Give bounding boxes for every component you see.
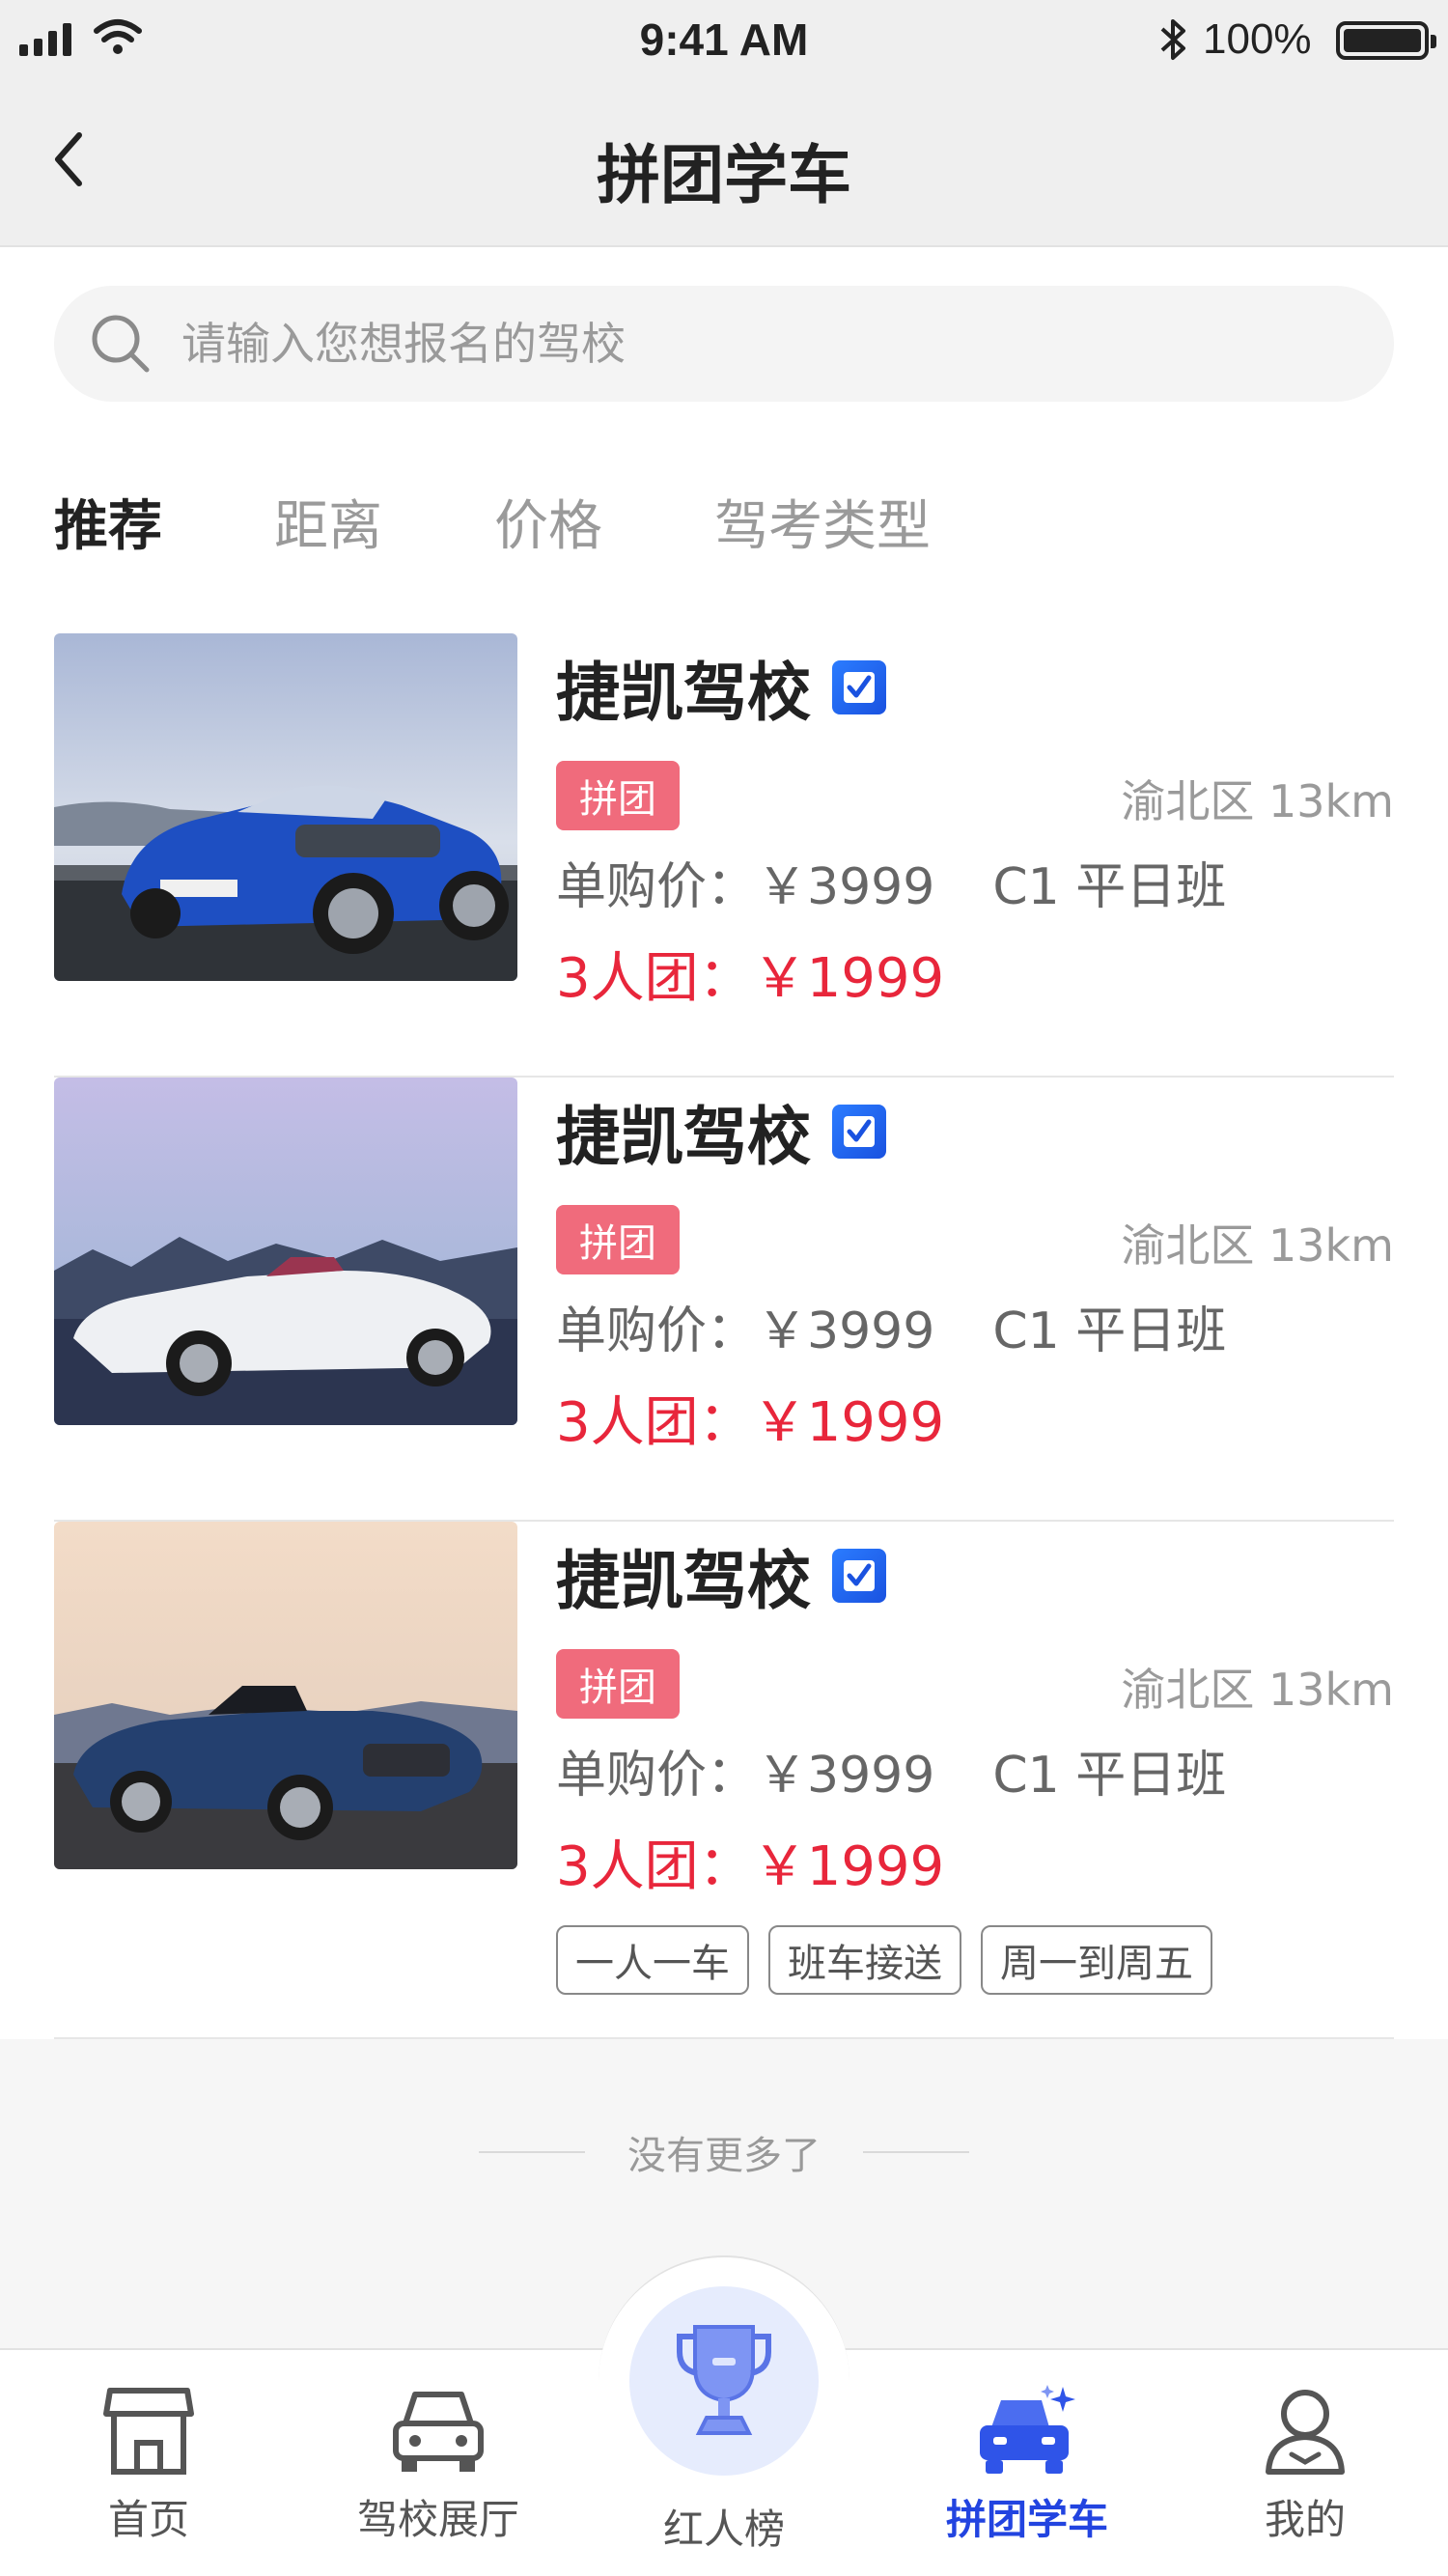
- group-price: 3人团：￥1999: [556, 1835, 945, 1898]
- single-price: 单购价：￥3999 C1 平日班: [556, 858, 1227, 916]
- top-bar: 9:41 AM 100% 拼团学车: [0, 0, 1448, 247]
- user-icon: [1266, 2390, 1345, 2475]
- battery-percent: 100%: [1203, 15, 1312, 63]
- search-icon: [92, 315, 150, 373]
- tab-group-learning-label: 拼团学车: [945, 2496, 1108, 2543]
- list-item[interactable]: 捷凯驾校 拼团 渝北区 13km 单购价：￥3999 C1 平日班 3人团：￥19…: [54, 1078, 1394, 1522]
- feature-tag: 一人一车: [556, 1925, 749, 1995]
- group-car-icon: [980, 2385, 1075, 2474]
- school-photo: [54, 1522, 517, 1869]
- no-more-indicator: 没有更多了: [0, 2124, 1448, 2180]
- divider: [479, 2151, 585, 2153]
- search-input[interactable]: [181, 318, 1292, 370]
- divider: [863, 2151, 969, 2153]
- search-bar[interactable]: [54, 286, 1394, 402]
- feature-tag: 周一到周五: [981, 1925, 1212, 1995]
- class-type: C1 平日班: [992, 1302, 1227, 1360]
- list-item[interactable]: 捷凯驾校 拼团 渝北区 13km 单购价：￥3999 C1 平日班 3人团：￥19…: [54, 633, 1394, 1078]
- school-photo: [54, 1078, 517, 1425]
- tab-price[interactable]: 价格: [494, 483, 602, 561]
- list-item[interactable]: 捷凯驾校 拼团 渝北区 13km 单购价：￥3999 C1 平日班 3人团：￥19…: [54, 1522, 1394, 2039]
- school-name: 捷凯驾校: [556, 1529, 886, 1622]
- trophy-icon: [677, 2325, 771, 2435]
- school-photo: [54, 633, 517, 981]
- tab-school-hall[interactable]: 驾校展厅: [322, 2381, 554, 2546]
- tab-home-label: 首页: [107, 2496, 189, 2543]
- feature-tag: 班车接送: [768, 1925, 961, 1995]
- home-icon: [103, 2388, 194, 2475]
- feature-tags: 一人一车 班车接送 周一到周五: [556, 1925, 1212, 1995]
- tab-leaderboard-button[interactable]: [629, 2286, 819, 2476]
- single-price: 单购价：￥3999 C1 平日班: [556, 1302, 1227, 1360]
- tab-mine-label: 我的: [1264, 2496, 1346, 2543]
- distance-label: 渝北区 13km: [1121, 1664, 1394, 1716]
- tab-exam-type[interactable]: 驾考类型: [714, 483, 931, 561]
- verified-icon: [832, 660, 886, 714]
- verified-icon: [832, 1549, 886, 1603]
- tab-recommend[interactable]: 推荐: [54, 483, 162, 561]
- tab-mine[interactable]: 我的: [1189, 2381, 1421, 2546]
- group-price: 3人团：￥1999: [556, 947, 945, 1010]
- school-name: 捷凯驾校: [556, 1085, 886, 1178]
- page-title: 拼团学车: [597, 138, 851, 212]
- bluetooth-icon: [1160, 19, 1185, 60]
- class-type: C1 平日班: [992, 1747, 1227, 1805]
- distance-label: 渝北区 13km: [1121, 1219, 1394, 1272]
- verified-icon: [832, 1105, 886, 1159]
- single-price: 单购价：￥3999 C1 平日班: [556, 1747, 1227, 1805]
- distance-label: 渝北区 13km: [1121, 775, 1394, 827]
- tab-leaderboard-label[interactable]: 红人榜: [608, 2497, 840, 2556]
- car-icon: [393, 2392, 484, 2472]
- class-type: C1 平日班: [992, 858, 1227, 916]
- group-badge: 拼团: [556, 761, 680, 830]
- status-bar: 9:41 AM 100%: [0, 0, 1448, 77]
- tab-home[interactable]: 首页: [33, 2381, 265, 2546]
- tab-school-hall-label: 驾校展厅: [356, 2496, 519, 2543]
- group-badge: 拼团: [556, 1649, 680, 1719]
- tab-group-learning[interactable]: 拼团学车: [911, 2381, 1143, 2546]
- group-badge: 拼团: [556, 1205, 680, 1274]
- school-name: 捷凯驾校: [556, 641, 886, 734]
- group-price: 3人团：￥1999: [556, 1391, 945, 1454]
- battery-icon: [1336, 21, 1436, 60]
- tab-distance[interactable]: 距离: [274, 483, 382, 561]
- filter-tabs: 推荐 距离 价格 驾考类型: [54, 483, 1043, 560]
